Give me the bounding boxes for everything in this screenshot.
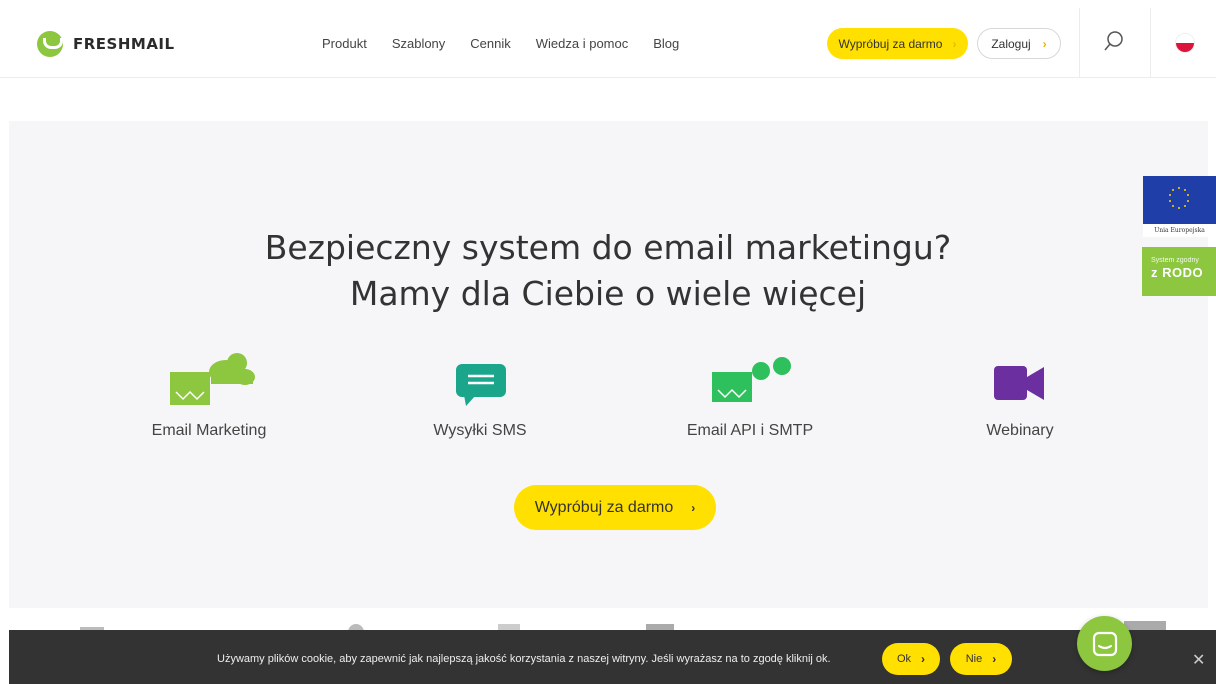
- feature-webinary[interactable]: Webinary: [920, 350, 1120, 440]
- chevron-right-icon: ›: [921, 652, 926, 666]
- search-icon[interactable]: [1100, 28, 1128, 56]
- feature-label: Wysyłki SMS: [433, 422, 527, 439]
- chevron-right-icon: ›: [952, 36, 957, 51]
- chevron-right-icon: ›: [992, 652, 997, 666]
- header-divider: [1079, 8, 1080, 78]
- feature-label: Email Marketing: [151, 422, 267, 439]
- rodo-small-text: System zgodny: [1151, 257, 1199, 264]
- nav-item-wiedza[interactable]: Wiedza i pomoc: [536, 36, 628, 51]
- logo[interactable]: FRESHMAIL: [37, 31, 175, 57]
- try-free-button[interactable]: Wypróbuj za darmo ›: [827, 28, 968, 59]
- poland-flag-icon[interactable]: [1175, 33, 1195, 53]
- cookie-text: Używamy plików cookie, aby zapewnić jak …: [217, 653, 831, 665]
- email-api-icon: [650, 350, 850, 410]
- cookie-ok-label: Ok: [896, 653, 912, 665]
- feature-email-api[interactable]: Email API i SMTP: [650, 350, 850, 440]
- try-free-label: Wypróbuj za darmo: [838, 36, 943, 51]
- hero-title: Bezpieczny system do email marketingu? M…: [0, 225, 1216, 317]
- eu-badge[interactable]: Unia Europejska: [1143, 176, 1216, 237]
- client-logos-strip: [0, 608, 1216, 640]
- cookie-no-label: Nie: [965, 653, 983, 665]
- nav-item-produkt[interactable]: Produkt: [322, 36, 367, 51]
- hero-try-free-label: Wypróbuj za darmo: [534, 498, 674, 516]
- feature-label: Email API i SMTP: [686, 422, 814, 439]
- hero-try-free-button[interactable]: Wypróbuj za darmo ›: [514, 485, 716, 530]
- login-button[interactable]: Zaloguj ›: [977, 28, 1061, 59]
- site-header: FRESHMAIL Produkt Szablony Cennik Wiedza…: [0, 0, 1216, 78]
- main-nav: Produkt Szablony Cennik Wiedza i pomoc B…: [322, 36, 679, 51]
- chat-button[interactable]: [1077, 616, 1132, 671]
- close-icon[interactable]: ✕: [1192, 650, 1205, 670]
- cookie-bar: Używamy plików cookie, aby zapewnić jak …: [9, 630, 1216, 684]
- feature-email-marketing[interactable]: Email Marketing: [109, 350, 309, 440]
- sms-bubble-icon: [380, 350, 580, 410]
- hero-title-line1: Bezpieczny system do email marketingu?: [264, 228, 952, 267]
- chat-icon: [1092, 631, 1117, 656]
- email-cloud-icon: [109, 350, 309, 410]
- chevron-right-icon: ›: [1042, 36, 1047, 51]
- video-camera-icon: [920, 350, 1120, 410]
- eu-badge-text: Unia Europejska: [1154, 227, 1205, 234]
- login-label: Zaloguj: [991, 36, 1031, 51]
- hero-title-line2: Mamy dla Ciebie o wiele więcej: [349, 274, 867, 313]
- feature-sms[interactable]: Wysyłki SMS: [380, 350, 580, 440]
- cookie-no-button[interactable]: Nie ›: [950, 643, 1012, 675]
- nav-item-blog[interactable]: Blog: [653, 36, 679, 51]
- header-divider: [1150, 8, 1151, 78]
- cookie-ok-button[interactable]: Ok ›: [882, 643, 940, 675]
- rodo-badge[interactable]: System zgodny z RODO: [1142, 247, 1216, 296]
- freshmail-logo-icon: [37, 31, 63, 57]
- logo-text: FRESHMAIL: [73, 35, 175, 53]
- nav-item-cennik[interactable]: Cennik: [470, 36, 510, 51]
- chevron-right-icon: ›: [691, 500, 696, 515]
- eu-flag-icon: [1143, 176, 1216, 224]
- nav-item-szablony[interactable]: Szablony: [392, 36, 445, 51]
- rodo-big-text: z RODO: [1151, 265, 1204, 280]
- feature-label: Webinary: [986, 422, 1054, 439]
